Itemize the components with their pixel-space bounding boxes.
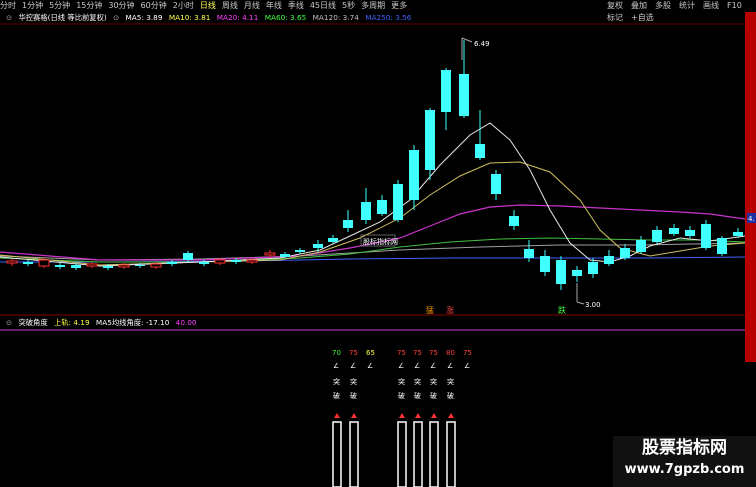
candles [6, 40, 743, 290]
price-tag: 4. [748, 215, 755, 223]
signal-bar-2 [397, 421, 407, 487]
watermark-title: 股票指标网 [642, 438, 727, 458]
high-label: 6.49 [474, 40, 490, 48]
signal-angle-icon-2: ∠ [367, 362, 373, 370]
signal-bar-4 [429, 421, 439, 487]
signal-bar-1 [349, 421, 359, 487]
signal-arrow-icon-1 [351, 413, 357, 418]
candle-43 [701, 220, 711, 250]
candle-19 [313, 240, 323, 252]
signal-bar-3 [413, 421, 423, 487]
signal-angle-1: 75 [349, 349, 358, 357]
watermark-url: www.7gpzb.com [624, 462, 745, 477]
candle-40 [652, 226, 662, 244]
signal-angle-2: 65 [366, 349, 375, 357]
signal-break-bottom-5: 破 [430, 391, 437, 400]
signal-arrow-icon-0 [334, 413, 340, 418]
candle-41 [669, 224, 679, 236]
signal-break-bottom-6: 破 [447, 391, 454, 400]
signal-arrow-icon-2 [399, 413, 405, 418]
signal-bar-5 [446, 421, 456, 487]
candle-1 [23, 260, 33, 266]
watermark-logo: 股票指标网 www.7gpzb.com [613, 436, 756, 487]
candle-21 [343, 210, 353, 232]
signal-break-bottom-1: 破 [350, 391, 357, 400]
candle-35 [572, 266, 582, 282]
candle-31 [509, 210, 519, 230]
breakout-signals: 70∠突破75∠突破65∠75∠突破75∠突破75∠突破80∠突破75∠ [332, 349, 472, 487]
ma10-line [0, 161, 746, 266]
signal-bar-0 [332, 421, 342, 487]
candle-2 [38, 258, 50, 268]
kline-chart: 6.49 3.00 股标指标网 猛 涨 跌 4. 70∠突破75∠突破65∠75… [0, 23, 756, 487]
candle-34 [556, 256, 566, 290]
signal-angle-7: 75 [463, 349, 472, 357]
candle-27 [441, 68, 451, 130]
signal-angle-3: 75 [397, 349, 406, 357]
candle-26 [425, 108, 435, 180]
candle-33 [540, 250, 550, 276]
signal-angle-icon-4: ∠ [414, 362, 420, 370]
signal-angle-5: 75 [429, 349, 438, 357]
upper-band-value: 上轨: 4.19 [53, 318, 90, 327]
signal-angle-icon-5: ∠ [430, 362, 436, 370]
rise-label: 涨 [446, 305, 454, 315]
candle-25 [409, 145, 419, 210]
surge-label: 猛 [426, 305, 434, 315]
signal-break-top-6: 突 [447, 377, 454, 386]
level-value: 40.00 [175, 318, 197, 327]
signal-angle-6: 80 [446, 349, 455, 357]
signal-angle-icon-7: ∠ [464, 362, 470, 370]
signal-arrow-icon-3 [415, 413, 421, 418]
chart-center-label: 股标指标网 [363, 237, 398, 246]
signal-break-top-5: 突 [430, 377, 437, 386]
signal-break-top-1: 突 [350, 377, 357, 386]
candle-39 [636, 236, 646, 254]
signal-angle-icon-0: ∠ [333, 362, 339, 370]
candle-22 [361, 188, 371, 224]
candle-28 [459, 40, 469, 118]
candle-44 [717, 236, 727, 256]
signal-break-top-0: 突 [333, 377, 340, 386]
signal-arrow-icon-5 [448, 413, 454, 418]
indicator-title: 突破角度 [18, 318, 48, 327]
candle-37 [604, 250, 614, 266]
signal-angle-icon-6: ∠ [447, 362, 453, 370]
candle-29 [475, 110, 485, 160]
signal-arrow-icon-4 [431, 413, 437, 418]
signal-angle-4: 75 [413, 349, 422, 357]
candle-38 [620, 244, 630, 260]
signal-break-bottom-3: 破 [398, 391, 405, 400]
candle-10 [167, 260, 177, 266]
signal-angle-icon-1: ∠ [350, 362, 356, 370]
signal-angle-icon-3: ∠ [398, 362, 404, 370]
candle-0 [6, 259, 18, 266]
signal-angle-0: 70 [332, 349, 341, 357]
signal-break-bottom-4: 破 [414, 391, 421, 400]
ma5-angle-value: MA5均线角度: -17.10 [95, 318, 170, 327]
candle-32 [524, 240, 534, 262]
candle-30 [491, 170, 501, 200]
candle-23 [377, 195, 387, 216]
fall-label: 跌 [558, 305, 566, 315]
indicator-info-row: ⊙ 突破角度 上轨: 4.19 MA5均线角度: -17.10 40.00 [6, 318, 201, 328]
low-label: 3.00 [585, 301, 601, 309]
candle-24 [393, 180, 403, 222]
signal-break-top-3: 突 [398, 377, 405, 386]
candle-5 [86, 262, 98, 268]
indicator-icon[interactable]: ⊙ [6, 318, 12, 327]
candle-3 [55, 263, 65, 269]
signal-break-top-4: 突 [414, 377, 421, 386]
signal-break-bottom-0: 破 [333, 391, 340, 400]
candle-42 [685, 226, 695, 238]
